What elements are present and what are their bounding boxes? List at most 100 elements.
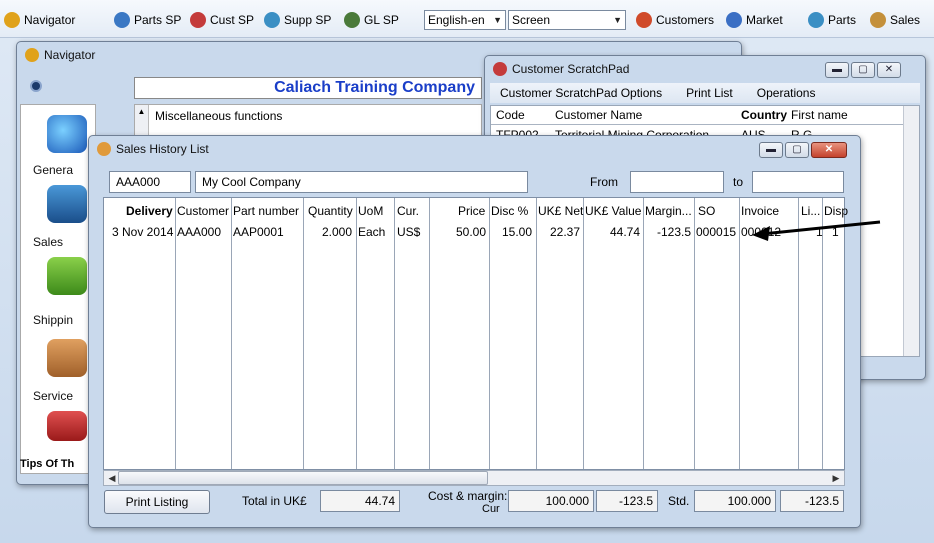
cell-so[interactable]: 000015 — [696, 225, 736, 239]
sales-history-titlebar[interactable]: Sales History List — [89, 136, 860, 162]
cost-currency-label: Cur — [482, 503, 500, 515]
col-price[interactable]: Price — [458, 204, 485, 218]
col-so[interactable]: SO — [698, 204, 715, 218]
col-divider — [175, 198, 176, 469]
col-customer-name[interactable]: Customer Name — [555, 106, 642, 124]
col-customer[interactable]: Customer — [177, 204, 229, 218]
scratchpad-title: Customer ScratchPad — [512, 62, 630, 76]
col-divider — [394, 198, 395, 469]
toolbar-supp-sp[interactable]: Supp SP — [264, 11, 331, 29]
col-disp[interactable]: Disp — [824, 204, 848, 218]
toolbar-market-label: Market — [746, 13, 783, 27]
col-first-name[interactable]: First name — [791, 106, 848, 124]
cell-quantity[interactable]: 2.000 — [304, 225, 352, 239]
cell-currency[interactable]: US$ — [397, 225, 420, 239]
market-icon — [726, 12, 742, 28]
toolbar-parts-label: Parts — [828, 13, 857, 27]
col-code[interactable]: Code — [496, 106, 525, 124]
print-listing-button[interactable]: Print Listing — [104, 490, 210, 514]
toolbar-sales[interactable]: Sales — [870, 11, 920, 29]
tips-label: Tips Of Th — [20, 458, 75, 470]
col-country[interactable]: Country — [741, 106, 787, 124]
close-icon[interactable]: ✕ — [877, 62, 901, 78]
register-icon — [47, 185, 87, 223]
scroll-right-icon[interactable]: ▶ — [828, 471, 844, 485]
col-line[interactable]: Li... — [801, 204, 820, 218]
parts-sp-icon — [114, 12, 130, 28]
from-date-field[interactable] — [630, 171, 724, 193]
toolbar-parts[interactable]: Parts — [808, 11, 856, 29]
navigator-dot-icon — [30, 80, 42, 92]
cell-price[interactable]: 50.00 — [434, 225, 486, 239]
language-select[interactable]: English-en ▼ — [424, 10, 506, 30]
customer-name-field[interactable]: My Cool Company — [195, 171, 528, 193]
scratchpad-menubar: Customer ScratchPad Options Print List O… — [490, 83, 920, 103]
col-divider — [643, 198, 644, 469]
col-divider — [356, 198, 357, 469]
cust-sp-icon — [493, 62, 507, 76]
to-date-field[interactable] — [752, 171, 844, 193]
col-quantity[interactable]: Quantity — [308, 204, 353, 218]
cell-customer[interactable]: AAA000 — [177, 225, 221, 239]
parts-icon — [808, 12, 824, 28]
cell-delivery[interactable]: 3 Nov 2014 — [112, 225, 173, 239]
cart-icon — [47, 257, 87, 295]
col-uk-value[interactable]: UK£ Value — [585, 204, 641, 218]
toolbar-customers[interactable]: Customers — [636, 11, 714, 29]
cell-uk-value[interactable]: 44.74 — [586, 225, 640, 239]
col-divider — [489, 198, 490, 469]
menu-operations[interactable]: Operations — [757, 86, 816, 100]
cust-sp-icon — [190, 12, 206, 28]
cost-value: 100.000 — [508, 490, 594, 512]
col-divider — [583, 198, 584, 469]
category-general[interactable]: Genera — [21, 163, 97, 177]
toolbar-supp-sp-label: Supp SP — [284, 13, 332, 27]
col-uk-net[interactable]: UK£ Net — [538, 204, 583, 218]
minimize-icon[interactable]: ▬ — [759, 142, 783, 158]
minimize-icon[interactable]: ▬ — [825, 62, 849, 78]
cell-uom[interactable]: Each — [358, 225, 385, 239]
maximize-icon[interactable]: ▢ — [851, 62, 875, 78]
cell-part-number[interactable]: AAP0001 — [233, 225, 284, 239]
toolbar-market[interactable]: Market — [726, 11, 783, 29]
menu-print-list[interactable]: Print List — [686, 86, 733, 100]
navigator-icon — [4, 12, 20, 28]
sales-icon — [870, 12, 886, 28]
chevron-down-icon: ▼ — [493, 15, 502, 25]
toolbar-parts-sp[interactable]: Parts SP — [114, 11, 181, 29]
cost-margin-label: Cost & margin: — [428, 489, 508, 503]
hscroll-thumb[interactable] — [118, 471, 488, 485]
col-uom[interactable]: UoM — [358, 204, 383, 218]
col-currency[interactable]: Cur. — [397, 204, 419, 218]
toolbar-navigator[interactable]: Navigator — [4, 11, 75, 29]
col-invoice[interactable]: Invoice — [741, 204, 779, 218]
output-select[interactable]: Screen ▼ — [508, 10, 626, 30]
cell-margin[interactable]: -123.5 — [645, 225, 691, 239]
col-delivery[interactable]: Delivery — [126, 204, 173, 218]
category-service[interactable]: Service — [21, 389, 97, 403]
globe-icon — [47, 115, 87, 153]
std-label: Std. — [668, 494, 690, 508]
cell-uk-net[interactable]: 22.37 — [538, 225, 580, 239]
maximize-icon[interactable]: ▢ — [785, 142, 809, 158]
misc-panel: ▲ Miscellaneous functions — [134, 104, 482, 137]
col-disc[interactable]: Disc % — [491, 204, 528, 218]
col-divider — [536, 198, 537, 469]
std-value: 100.000 — [694, 490, 776, 512]
col-margin[interactable]: Margin... — [645, 204, 692, 218]
toolbar-gl-sp[interactable]: GL SP — [344, 11, 399, 29]
category-sales[interactable]: Sales — [21, 235, 97, 249]
scratchpad-vscroll[interactable] — [903, 106, 919, 356]
cell-disc[interactable]: 15.00 — [492, 225, 532, 239]
toolbar-cust-sp[interactable]: Cust SP — [190, 11, 254, 29]
scroll-up-icon[interactable]: ▲ — [135, 105, 149, 137]
toolbar-sales-label: Sales — [890, 13, 921, 27]
col-divider — [429, 198, 430, 469]
menu-scratchpad-options[interactable]: Customer ScratchPad Options — [500, 86, 662, 100]
std-margin-value: -123.5 — [780, 490, 844, 512]
customer-code-field[interactable]: AAA000 — [109, 171, 191, 193]
col-part-number[interactable]: Part number — [233, 204, 299, 218]
toolbar-gl-sp-label: GL SP — [364, 13, 399, 27]
close-icon[interactable]: ✕ — [811, 142, 847, 158]
category-shipping[interactable]: Shippin — [21, 313, 97, 327]
